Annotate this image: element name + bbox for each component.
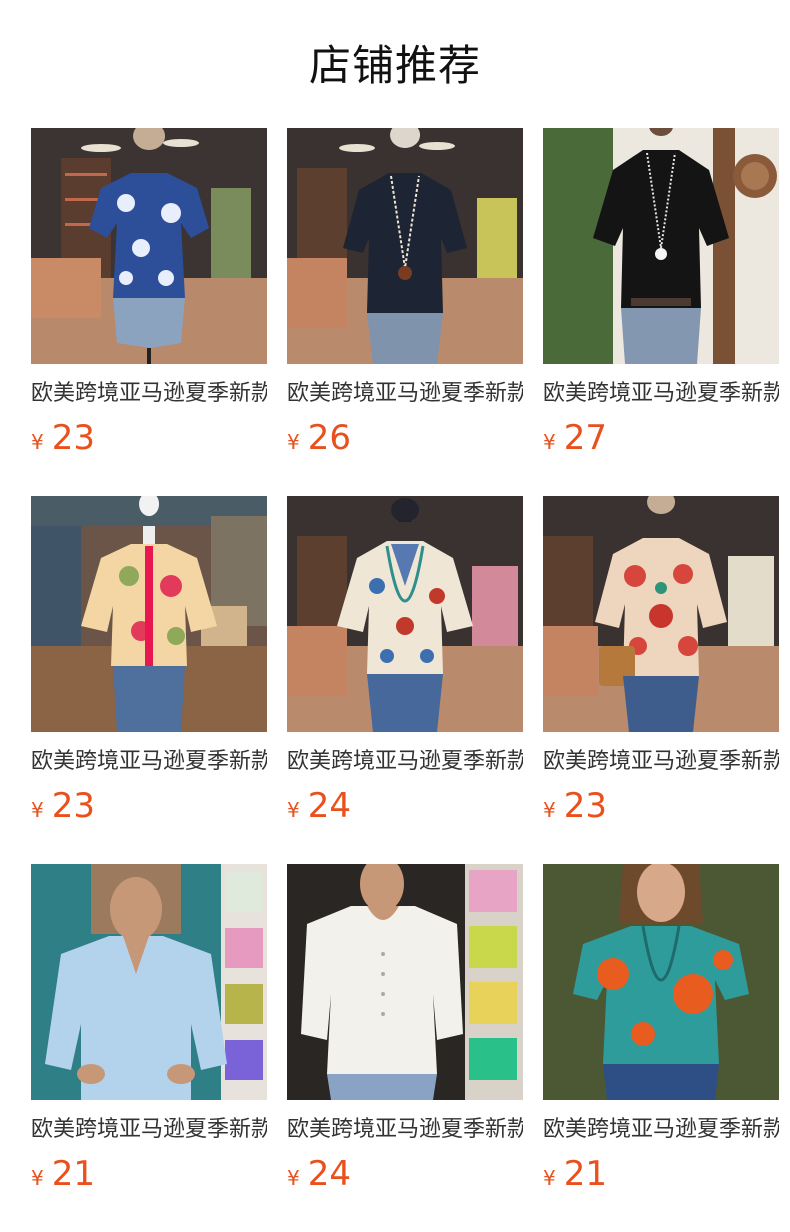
product-title[interactable]: 欧美跨境亚马逊夏季新款 <box>543 746 779 778</box>
product-price: ¥23 <box>31 786 267 826</box>
currency-symbol: ¥ <box>31 798 44 822</box>
product-title[interactable]: 欧美跨境亚马逊夏季新款 <box>31 746 267 778</box>
price-amount: 24 <box>307 1154 351 1194</box>
product-card[interactable]: 欧美跨境亚马逊夏季新款 ¥27 <box>543 128 779 470</box>
product-title[interactable]: 欧美跨境亚马逊夏季新款 <box>287 746 523 778</box>
price-amount: 23 <box>563 786 607 826</box>
product-title[interactable]: 欧美跨境亚马逊夏季新款 <box>543 1114 779 1146</box>
currency-symbol: ¥ <box>31 1166 44 1190</box>
product-image[interactable] <box>31 864 267 1100</box>
product-title[interactable]: 欧美跨境亚马逊夏季新款 <box>31 378 267 410</box>
product-title[interactable]: 欧美跨境亚马逊夏季新款 <box>287 1114 523 1146</box>
product-card[interactable]: 欧美跨境亚马逊夏季新款 ¥23 <box>543 496 779 838</box>
product-title[interactable]: 欧美跨境亚马逊夏季新款 <box>31 1114 267 1146</box>
product-price: ¥23 <box>543 786 779 826</box>
product-image[interactable] <box>287 128 523 364</box>
price-amount: 26 <box>307 418 351 458</box>
product-title[interactable]: 欧美跨境亚马逊夏季新款 <box>543 378 779 410</box>
currency-symbol: ¥ <box>543 798 556 822</box>
currency-symbol: ¥ <box>287 430 300 454</box>
product-card[interactable]: 欧美跨境亚马逊夏季新款 ¥24 <box>287 496 523 838</box>
product-image[interactable] <box>543 496 779 732</box>
product-image[interactable] <box>287 496 523 732</box>
product-card[interactable]: 欧美跨境亚马逊夏季新款 ¥24 <box>287 864 523 1206</box>
product-image[interactable] <box>31 128 267 364</box>
product-price: ¥27 <box>543 418 779 458</box>
page-title: 店铺推荐 <box>308 41 481 90</box>
product-image[interactable] <box>543 864 779 1100</box>
product-price: ¥24 <box>287 1154 523 1194</box>
product-title[interactable]: 欧美跨境亚马逊夏季新款 <box>287 378 523 410</box>
currency-symbol: ¥ <box>543 430 556 454</box>
currency-symbol: ¥ <box>31 430 44 454</box>
product-price: ¥21 <box>543 1154 779 1194</box>
product-image[interactable] <box>31 496 267 732</box>
product-price: ¥26 <box>287 418 523 458</box>
product-card[interactable]: 欧美跨境亚马逊夏季新款 ¥23 <box>31 496 267 838</box>
price-amount: 24 <box>307 786 351 826</box>
product-price: ¥23 <box>31 418 267 458</box>
price-amount: 27 <box>563 418 607 458</box>
product-grid: 欧美跨境亚马逊夏季新款 ¥23 欧美跨境亚马逊夏季新款 ¥ 26 欧美跨境亚马逊… <box>31 128 779 1206</box>
currency-symbol: ¥ <box>543 1166 556 1190</box>
currency-symbol: ¥ <box>287 798 300 822</box>
product-image[interactable] <box>543 128 779 364</box>
currency-symbol: ¥ <box>287 1166 300 1190</box>
product-card[interactable]: 欧美跨境亚马逊夏季新款 ¥21 <box>31 864 267 1206</box>
price-amount: 23 <box>51 786 95 826</box>
price-amount: 21 <box>51 1154 95 1194</box>
product-price: ¥24 <box>287 786 523 826</box>
product-card[interactable]: 欧美跨境亚马逊夏季新款 ¥23 <box>31 128 267 470</box>
product-card[interactable]: 欧美跨境亚马逊夏季新款 ¥26 <box>287 128 523 470</box>
product-price: ¥21 <box>31 1154 267 1194</box>
price-amount: 23 <box>51 418 95 458</box>
product-card[interactable]: 欧美跨境亚马逊夏季新款 ¥21 <box>543 864 779 1206</box>
price-amount: 21 <box>563 1154 607 1194</box>
product-image[interactable] <box>287 864 523 1100</box>
